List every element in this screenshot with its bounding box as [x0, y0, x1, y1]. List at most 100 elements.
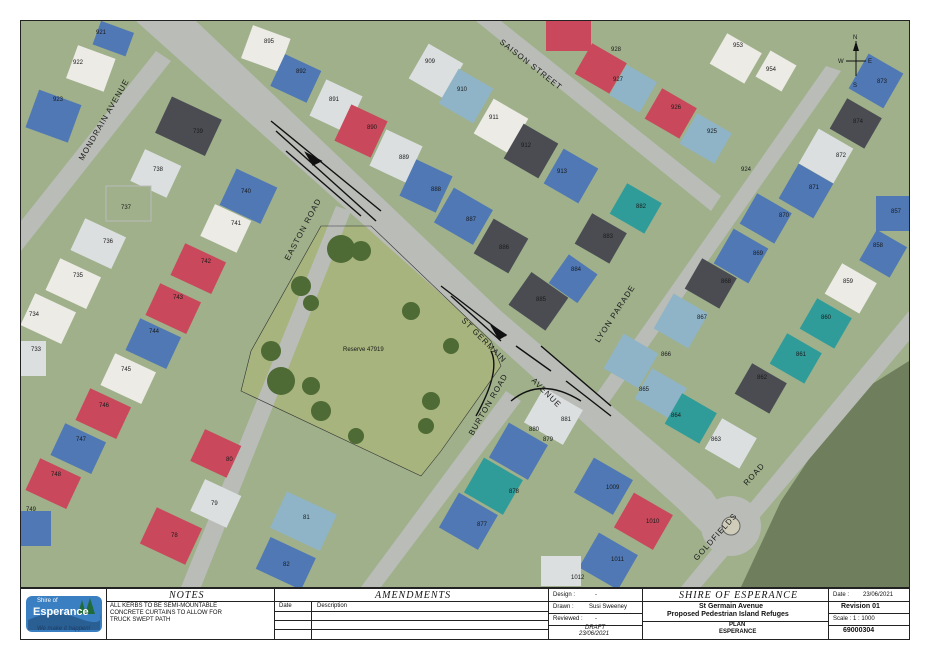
notes-line-2: CONCRETE CURTAINS TO ALLOW FOR: [110, 610, 222, 616]
shire-header: SHIRE OF ESPERANCE: [679, 590, 799, 601]
lot-number: 891: [329, 97, 340, 103]
lot-number: 883: [603, 234, 614, 240]
lot-number: 927: [613, 77, 624, 83]
lot-number: 928: [611, 47, 622, 53]
lot-number: 82: [283, 562, 290, 568]
lot-number: 890: [367, 125, 378, 131]
reviewed-value: -: [595, 616, 597, 622]
lot-number: 923: [53, 97, 64, 103]
project-title: St Germain Avenue: [699, 603, 764, 610]
lot-number: 861: [796, 352, 807, 358]
notes-line-3: TRUCK SWEPT PATH: [110, 617, 171, 623]
lot-number: 749: [26, 507, 37, 513]
plan-label: PLAN: [729, 622, 746, 628]
notes-header: NOTES: [169, 590, 205, 601]
lot-number: 877: [477, 522, 488, 528]
lot-number: 887: [466, 217, 477, 223]
lot-number: 921: [96, 30, 107, 36]
lot-number: 871: [809, 185, 820, 191]
lot-number: 885: [536, 297, 547, 303]
project-panel: SHIRE OF ESPERANCE St Germain Avenue Pro…: [643, 589, 829, 639]
lot-number: 734: [29, 312, 40, 318]
date-value: 23/06/2021: [863, 592, 894, 598]
lot-number: 886: [499, 245, 510, 251]
lot-number: 865: [639, 387, 650, 393]
lot-number: 879: [543, 437, 554, 443]
lot-number: 81: [303, 515, 310, 521]
lot-number-layer: 921 922 923 895 892 891 890 889 888 887 886 885 884 8…: [26, 30, 902, 581]
lot-number: 746: [99, 403, 110, 409]
lot-number: 744: [149, 329, 160, 335]
lot-number: 860: [821, 315, 832, 321]
lot-number: 870: [779, 213, 790, 219]
lot-number: 747: [76, 437, 87, 443]
lot-number: 922: [73, 60, 84, 66]
lot-number: 873: [877, 79, 888, 85]
drawn-value: Susi Sweeney: [589, 604, 628, 610]
lot-number: 742: [201, 259, 212, 265]
lot-number: 738: [153, 167, 164, 173]
notes-line-1: ALL KERBS TO BE SEMI-MOUNTABLE: [110, 603, 218, 609]
drawing-sheet: N S E W SAISON STREET MONDRAIN AVENUE EA…: [0, 0, 928, 656]
lot-number: 1010: [646, 519, 660, 525]
shire-logo: Shire of Esperance We make it happen!: [21, 589, 107, 639]
lot-number: 910: [457, 87, 468, 93]
lot-number: 869: [753, 251, 764, 257]
title-block: Shire of Esperance We make it happen! NO…: [20, 588, 910, 640]
lot-number: 863: [711, 437, 722, 443]
revision-panel: Date : 23/06/2021 Revision 01 Scale : 1 …: [829, 589, 909, 639]
logo-text-esperance: Esperance: [33, 606, 89, 618]
lot-number: 912: [521, 143, 532, 149]
amendments-panel: AMENDMENTS Date Description: [275, 589, 549, 639]
lot-number: 892: [296, 69, 307, 75]
lot-number: 909: [425, 59, 436, 65]
lot-number: 80: [226, 457, 233, 463]
lot-number: 953: [733, 43, 744, 49]
design-info-panel: Design : - Drawn : Susi Sweeney Reviewed…: [549, 589, 643, 639]
lot-number: 884: [571, 267, 582, 273]
lot-number: 888: [431, 187, 442, 193]
lot-number: 895: [264, 39, 275, 45]
lot-number: 864: [671, 413, 682, 419]
lot-number: 925: [707, 129, 718, 135]
lot-number: 926: [671, 105, 682, 111]
lot-number: 1011: [611, 557, 625, 563]
lot-number: 859: [843, 279, 854, 285]
lot-number: 736: [103, 239, 114, 245]
draft-date: 23/06/2021: [579, 631, 610, 637]
lot-number: 748: [51, 472, 62, 478]
lot-number: 954: [766, 67, 777, 73]
amendments-col-description: Description: [317, 603, 348, 609]
lot-number: 889: [399, 155, 410, 161]
logo-text-shire: Shire of: [37, 598, 58, 604]
logo-tagline: We make it happen!: [37, 626, 91, 632]
lot-number: 79: [211, 501, 218, 507]
lot-number: 745: [121, 367, 132, 373]
lot-number: 880: [529, 427, 540, 433]
lot-number: 911: [489, 115, 499, 121]
project-subtitle: Proposed Pedestrian Island Refuges: [667, 611, 789, 618]
lot-number: 881: [561, 417, 572, 423]
revision-label: Revision 01: [841, 603, 880, 610]
lot-number: 872: [836, 153, 847, 159]
lot-number: 862: [757, 375, 768, 381]
lot-number: 739: [193, 129, 204, 135]
lot-number: 874: [853, 119, 864, 125]
lot-number: 1012: [571, 575, 585, 581]
design-label: Design :: [553, 592, 576, 598]
aerial-map: N S E W SAISON STREET MONDRAIN AVENUE EA…: [20, 20, 910, 588]
lot-number: 1009: [606, 485, 620, 491]
lot-number: 924: [741, 167, 752, 173]
lot-number: 867: [697, 315, 708, 321]
lot-number: 857: [891, 209, 902, 215]
lot-number: 741: [231, 221, 242, 227]
drawing-number: 69000304: [843, 627, 875, 634]
lot-number: 733: [31, 347, 42, 353]
lot-number: 78: [171, 533, 178, 539]
lot-number: 882: [636, 204, 647, 210]
date-label: Date :: [833, 592, 850, 598]
reviewed-label: Reviewed :: [553, 616, 583, 622]
lot-number: 743: [173, 295, 184, 301]
lot-number: 735: [73, 273, 84, 279]
lot-number: 878: [509, 489, 520, 495]
